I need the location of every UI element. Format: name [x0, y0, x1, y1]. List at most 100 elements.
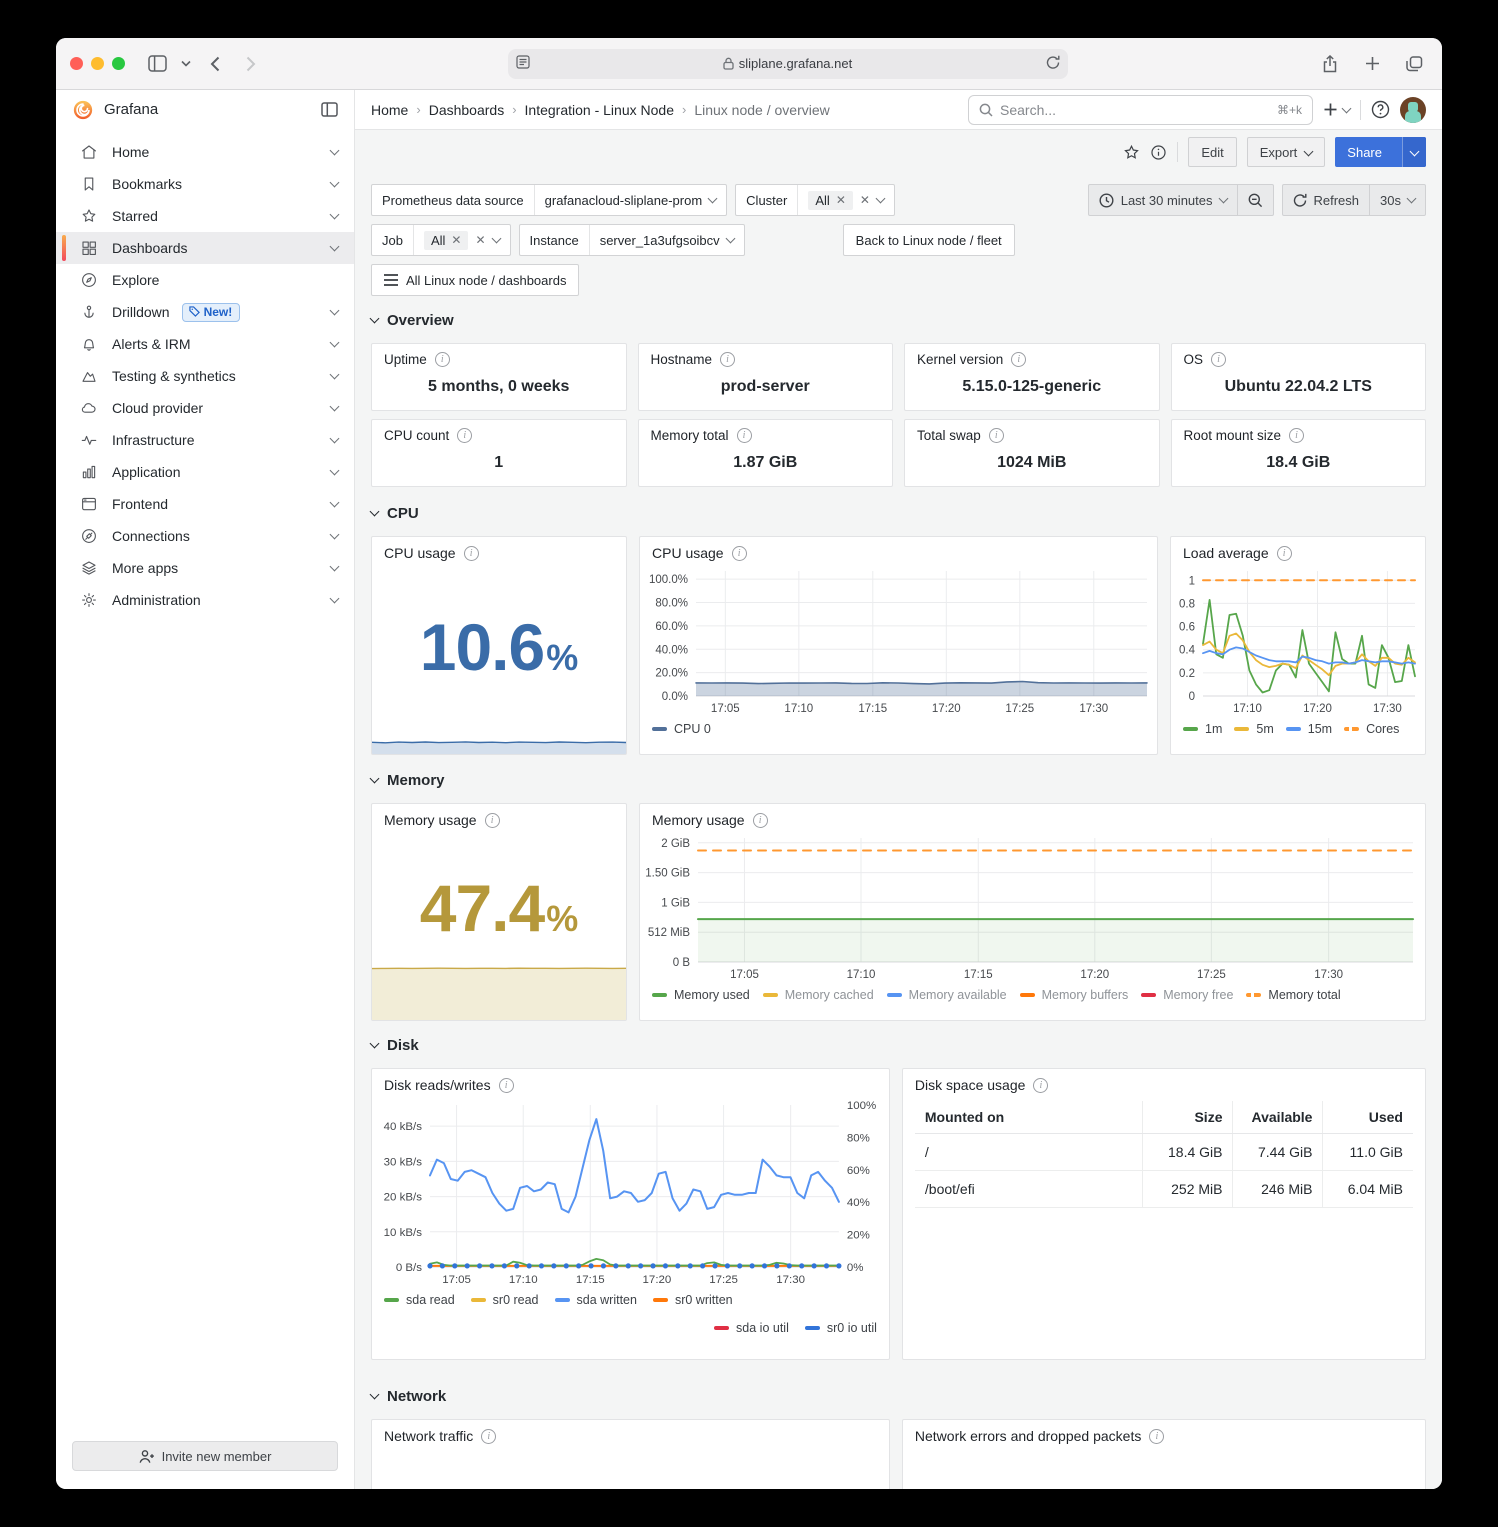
- browser-sidebar-icon[interactable]: [143, 50, 171, 78]
- panel-info-icon[interactable]: i: [989, 428, 1004, 443]
- chevron-down-icon[interactable]: [330, 498, 340, 508]
- legend-item[interactable]: 1m: [1183, 722, 1222, 736]
- share-button[interactable]: Share: [1335, 137, 1426, 167]
- chevron-down-icon[interactable]: [179, 50, 193, 78]
- back-button[interactable]: [201, 50, 229, 78]
- panel-info-icon[interactable]: i: [481, 1429, 496, 1444]
- sidebar-item-home[interactable]: Home: [56, 136, 354, 168]
- chevron-down-icon[interactable]: [330, 594, 340, 604]
- sidebar-item-more-apps[interactable]: More apps: [56, 552, 354, 584]
- legend-item[interactable]: sda read: [384, 1293, 455, 1307]
- legend-item[interactable]: sda io util: [714, 1321, 789, 1335]
- legend-item[interactable]: sr0 io util: [805, 1321, 877, 1335]
- legend-item[interactable]: sr0 written: [653, 1293, 733, 1307]
- panel-info-icon[interactable]: i: [1211, 352, 1226, 367]
- panel-info-icon[interactable]: i: [499, 1078, 514, 1093]
- forward-button[interactable]: [237, 50, 265, 78]
- section-cpu[interactable]: CPU: [371, 501, 1426, 525]
- search-input[interactable]: Search... ⌘+k: [968, 95, 1313, 125]
- chevron-down-icon[interactable]: [330, 530, 340, 540]
- chevron-down-icon[interactable]: [330, 242, 340, 252]
- chevron-down-icon[interactable]: [330, 562, 340, 572]
- chevron-down-icon[interactable]: [330, 178, 340, 188]
- minimize-window-button[interactable]: [91, 57, 104, 70]
- breadcrumb-item[interactable]: Integration - Linux Node: [525, 102, 674, 118]
- cluster-filter[interactable]: Cluster All✕ ✕: [735, 184, 895, 216]
- edit-button[interactable]: Edit: [1188, 137, 1236, 167]
- section-disk[interactable]: Disk: [371, 1033, 1426, 1057]
- panel-info-icon[interactable]: i: [732, 546, 747, 561]
- refresh-picker[interactable]: Refresh 30s: [1282, 184, 1427, 216]
- sidebar-item-connections[interactable]: Connections: [56, 520, 354, 552]
- legend-item[interactable]: CPU 0: [652, 722, 711, 736]
- sidebar-item-administration[interactable]: Administration: [56, 584, 354, 616]
- table-header[interactable]: Mounted on: [915, 1101, 1143, 1134]
- dashboard-info-icon[interactable]: [1150, 144, 1167, 161]
- chevron-down-icon[interactable]: [330, 434, 340, 444]
- chevron-down-icon[interactable]: [330, 146, 340, 156]
- legend-item[interactable]: Memory cached: [763, 988, 874, 1002]
- legend-item[interactable]: sr0 read: [471, 1293, 539, 1307]
- cluster-value[interactable]: All: [815, 193, 829, 208]
- reload-icon[interactable]: [1046, 55, 1060, 73]
- close-window-button[interactable]: [70, 57, 83, 70]
- refresh-button[interactable]: Refresh: [1283, 185, 1370, 215]
- all-dashboards-button[interactable]: All Linux node / dashboards: [371, 264, 579, 296]
- sidebar-item-starred[interactable]: Starred: [56, 200, 354, 232]
- tab-overview-icon[interactable]: [1400, 50, 1428, 78]
- remove-cluster-value-icon[interactable]: ✕: [836, 193, 846, 207]
- legend-item[interactable]: Memory buffers: [1020, 988, 1129, 1002]
- sidebar-item-cloud-provider[interactable]: Cloud provider: [56, 392, 354, 424]
- address-bar[interactable]: sliplane.grafana.net: [508, 49, 1068, 79]
- user-avatar[interactable]: [1400, 97, 1426, 123]
- panel-info-icon[interactable]: i: [753, 813, 768, 828]
- chevron-down-icon[interactable]: [330, 370, 340, 380]
- collapse-sidebar-icon[interactable]: [321, 102, 338, 117]
- panel-info-icon[interactable]: i: [720, 352, 735, 367]
- sidebar-item-infrastructure[interactable]: Infrastructure: [56, 424, 354, 456]
- legend-item[interactable]: Memory available: [887, 988, 1007, 1002]
- clear-job-icon[interactable]: ✕: [475, 233, 485, 247]
- sidebar-item-explore[interactable]: Explore: [56, 264, 354, 296]
- legend-item[interactable]: Cores: [1344, 722, 1399, 736]
- instance-value[interactable]: server_1a3ufgsoibcv: [600, 233, 720, 248]
- section-overview[interactable]: Overview: [371, 308, 1426, 332]
- legend-item[interactable]: 5m: [1234, 722, 1273, 736]
- panel-info-icon[interactable]: i: [1033, 1078, 1048, 1093]
- instance-filter[interactable]: Instance server_1a3ufgsoibcv: [519, 224, 745, 256]
- chevron-down-icon[interactable]: [330, 306, 340, 316]
- sidebar-item-drilldown[interactable]: DrilldownNew!: [56, 296, 354, 328]
- chevron-down-icon[interactable]: [330, 338, 340, 348]
- panel-info-icon[interactable]: i: [1011, 352, 1026, 367]
- favorite-star-icon[interactable]: [1123, 144, 1140, 161]
- table-header[interactable]: Size: [1143, 1101, 1233, 1134]
- chevron-down-icon[interactable]: [330, 402, 340, 412]
- chevron-down-icon[interactable]: [330, 466, 340, 476]
- brand-name[interactable]: Grafana: [104, 101, 158, 118]
- sidebar-item-frontend[interactable]: Frontend: [56, 488, 354, 520]
- reader-icon[interactable]: [516, 55, 530, 72]
- new-tab-icon[interactable]: [1358, 50, 1386, 78]
- grafana-logo[interactable]: [72, 99, 94, 121]
- share-page-icon[interactable]: [1316, 50, 1344, 78]
- breadcrumb-item[interactable]: Home: [371, 102, 408, 118]
- job-value[interactable]: All: [431, 233, 445, 248]
- job-filter[interactable]: Job All✕ ✕: [371, 224, 511, 256]
- zoom-window-button[interactable]: [112, 57, 125, 70]
- sidebar-item-application[interactable]: Application: [56, 456, 354, 488]
- sidebar-item-testing-synthetics[interactable]: Testing & synthetics: [56, 360, 354, 392]
- add-new-button[interactable]: [1323, 102, 1350, 117]
- chevron-down-icon[interactable]: [330, 210, 340, 220]
- datasource-value[interactable]: grafanacloud-sliplane-prom: [545, 193, 703, 208]
- sidebar-item-alerts-irm[interactable]: Alerts & IRM: [56, 328, 354, 360]
- share-caret-icon[interactable]: [1402, 137, 1426, 167]
- panel-info-icon[interactable]: i: [435, 352, 450, 367]
- remove-job-value-icon[interactable]: ✕: [451, 233, 461, 247]
- section-network[interactable]: Network: [371, 1384, 1426, 1408]
- legend-item[interactable]: Memory total: [1246, 988, 1340, 1002]
- table-header[interactable]: Available: [1233, 1101, 1323, 1134]
- back-to-fleet-button[interactable]: Back to Linux node / fleet: [843, 224, 1015, 256]
- zoom-out-time-icon[interactable]: [1237, 185, 1273, 215]
- sidebar-item-bookmarks[interactable]: Bookmarks: [56, 168, 354, 200]
- clear-cluster-icon[interactable]: ✕: [860, 193, 870, 207]
